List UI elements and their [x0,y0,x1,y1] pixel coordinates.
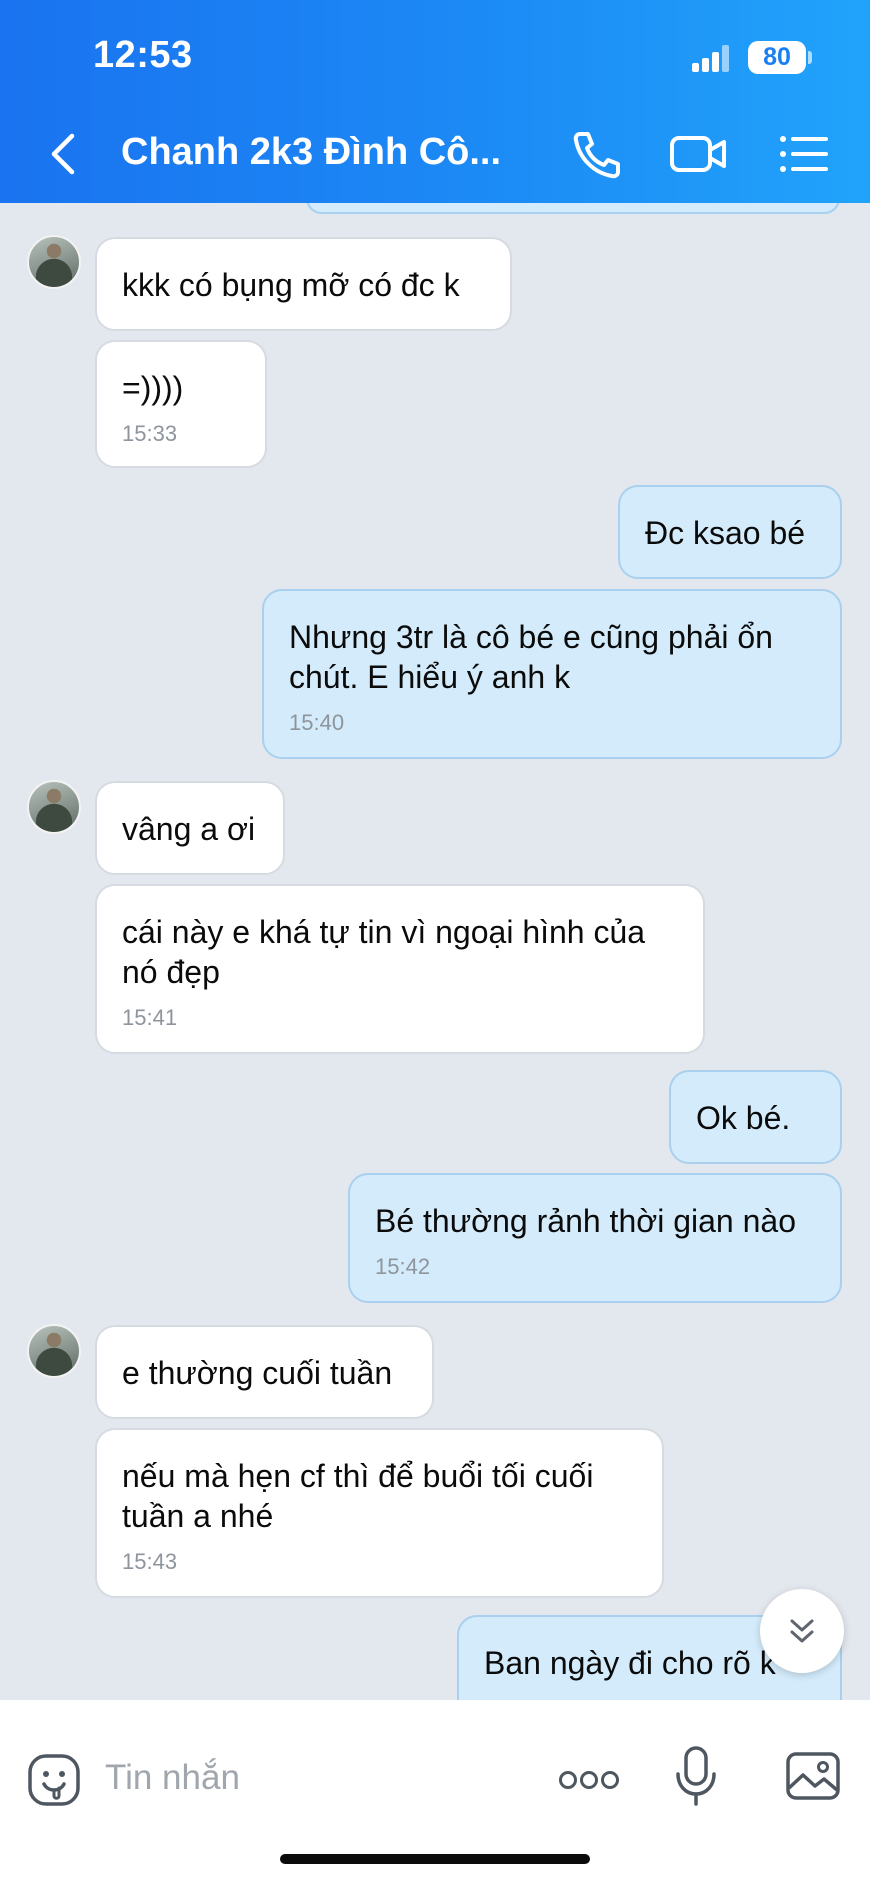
call-button[interactable] [566,126,626,182]
message-text: Nhưng 3tr là cô bé e cũng phải ổn chút. … [289,619,773,695]
home-indicator [280,1854,590,1864]
message-bubble-outgoing[interactable]: Đc ksao bé [618,485,842,579]
phone-icon [573,132,620,179]
message-bubble-incoming[interactable]: vâng a ơi [95,781,285,875]
message-bubble-outgoing[interactable]: Bé thường rảnh thời gian nào 15:42 [348,1173,842,1303]
more-options-button[interactable] [558,1764,620,1801]
message-input[interactable] [105,1754,525,1802]
message-time: 15:41 [122,1005,178,1030]
avatar[interactable] [27,780,81,834]
message-text: Đc ksao bé [645,515,806,551]
battery-level: 80 [763,43,791,71]
video-call-button[interactable] [668,126,728,182]
message-bubble-incoming[interactable]: =)))) 15:33 [95,340,267,468]
message-bubble-incoming[interactable]: e thường cuối tuần [95,1325,434,1419]
message-text: cái này e khá tự tin vì ngoại hình của n… [122,914,646,990]
chat-header: 12:53 80 Chanh 2k3 Đình Cô... [0,0,870,203]
message-text: =)))) [122,370,184,406]
message-text: kkk có bụng mỡ có đc k [122,267,460,303]
sticker-button[interactable] [26,1752,82,1813]
status-time: 12:53 [93,34,193,76]
message-text: nếu mà hẹn cf thì để buổi tối cuối tuần … [122,1458,594,1534]
image-icon [786,1752,840,1800]
menu-list-icon [780,136,828,172]
message-text: Ban ngày đi cho rõ k [484,1645,776,1681]
message-bubble-outgoing[interactable]: Ok bé. [669,1070,842,1164]
options-button[interactable] [774,126,834,182]
message-list[interactable]: kkk có bụng mỡ có đc k =)))) 15:33 Đc ks… [0,203,870,1700]
voice-message-button[interactable] [674,1744,718,1813]
chat-title[interactable]: Chanh 2k3 Đình Cô... [121,131,521,174]
send-image-button[interactable] [784,1748,842,1809]
back-icon [51,133,75,175]
signal-icon [692,44,730,72]
message-text: vâng a ơi [122,811,256,847]
microphone-icon [676,1746,716,1806]
message-bubble-outgoing[interactable]: Nhưng 3tr là cô bé e cũng phải ổn chút. … [262,589,842,759]
back-button[interactable] [40,128,88,180]
message-text: Bé thường rảnh thời gian nào [375,1203,796,1239]
scroll-to-bottom-button[interactable] [760,1589,844,1673]
sticker-icon [28,1754,80,1806]
message-time: 15:40 [289,710,345,735]
more-icon [559,1771,619,1789]
double-chevron-down-icon [790,1619,814,1643]
battery-icon: 80 [748,41,806,74]
video-call-icon [670,136,726,172]
message-input-bar [0,1700,870,1883]
message-bubble-incoming[interactable]: nếu mà hẹn cf thì để buổi tối cuối tuần … [95,1428,664,1598]
message-time: 15:43 [122,1549,178,1574]
previous-message-bubble [306,203,840,214]
avatar[interactable] [27,235,81,289]
message-bubble-incoming[interactable]: kkk có bụng mỡ có đc k [95,237,512,331]
message-time: 15:42 [375,1254,431,1279]
message-text: Ok bé. [696,1100,791,1136]
message-text: e thường cuối tuần [122,1355,393,1391]
message-bubble-incoming[interactable]: cái này e khá tự tin vì ngoại hình của n… [95,884,705,1054]
message-time: 15:33 [122,421,178,446]
battery-tip [808,51,812,64]
avatar[interactable] [27,1324,81,1378]
